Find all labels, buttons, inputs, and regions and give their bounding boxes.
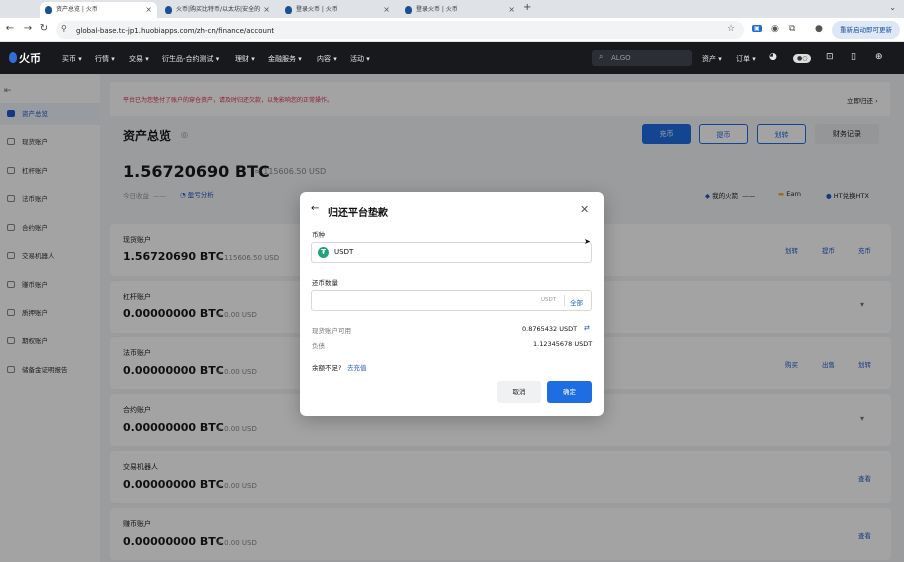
avatar[interactable]: ◕ [769,52,777,62]
browser-tab-title: 资产总览 | 火币 [56,6,98,13]
new-tab-button[interactable]: + [523,2,531,13]
window-menu-icon[interactable]: ⌄ [889,3,896,12]
nav-item-financial-services[interactable]: 金融服务 ▾ [268,54,302,64]
browser-tab-title: 登录火币 | 火币 [296,6,338,13]
cancel-button[interactable]: 取消 [497,381,541,403]
currency-label: 币种 [312,231,325,239]
nav-assets[interactable]: 资产 ▾ [702,54,722,64]
amount-label: 还币数量 [312,279,338,287]
bookmark-star-icon[interactable]: ☆ [727,24,735,34]
search-placeholder: ALGO [611,54,631,62]
extensions-puzzle-icon[interactable]: ⧉ [789,24,795,34]
available-value: 0.8765432 USDT [522,325,578,333]
close-icon[interactable]: × [145,2,152,18]
debt-label: 负债 [312,342,325,350]
browser-tab-bar: 资产总览 | 火币 × 火币|购买比特币/以太坊|安全的 × 登录火币 | 火币… [0,0,904,18]
amount-unit: USDT [541,297,557,303]
browser-tab[interactable]: 登录火币 | 火币 × [400,2,520,18]
profile-icon[interactable]: ● [815,24,823,34]
nav-item-markets[interactable]: 行情 ▾ [95,54,115,64]
huobi-favicon-icon [285,6,292,14]
close-icon[interactable]: × [508,2,515,18]
nav-item-derivatives[interactable]: 衍生品-合约测试 ▾ [162,54,219,64]
download-icon[interactable]: ⊡ [826,52,834,62]
mouse-cursor-icon: ➤ [584,237,591,246]
huobi-logo[interactable]: 火币 [9,50,41,66]
browser-tab-title: 登录火币 | 火币 [416,6,458,13]
nav-orders[interactable]: 订单 ▾ [736,54,756,64]
extension-icon[interactable]: ▣ [752,25,762,32]
huobi-favicon-icon [405,6,412,14]
flame-logo-icon [9,52,17,63]
forward-arrow-icon[interactable]: → [22,23,34,34]
toggle-icon[interactable]: ●○ [793,54,812,63]
back-arrow-icon[interactable]: ← [311,203,319,214]
modal-title: 归还平台垫款 [328,208,388,219]
transfer-swap-icon[interactable]: ⇄ [584,324,590,332]
nav-item-activities[interactable]: 活动 ▾ [350,54,370,64]
restart-update-button[interactable]: 重新启动即可更新 [832,21,900,39]
recharge-link[interactable]: 去充值 [347,362,367,372]
confirm-button[interactable]: 确定 [547,381,592,403]
logo-text: 火币 [19,52,41,65]
usdt-icon: ₮ [318,247,329,258]
browser-tab[interactable]: 火币|购买比特币/以太坊|安全的 × [160,2,275,18]
close-icon[interactable]: ✕ [580,203,589,216]
all-amount-button[interactable]: 全部 [570,297,583,307]
app-download-icon[interactable]: ▯ [851,52,856,62]
globe-icon[interactable]: ⊕ [875,52,883,62]
close-icon[interactable]: × [383,2,390,18]
nav-item-finance[interactable]: 理财 ▾ [235,54,255,64]
debt-value: 1.12345678 USDT [533,340,593,348]
available-label: 现货账户可用 [312,327,351,335]
browser-tab[interactable]: 登录火币 | 火币 × [280,2,395,18]
divider [564,295,565,306]
reload-icon[interactable]: ↻ [38,23,50,34]
insufficient-text: 余额不足? [312,364,342,372]
nav-item-trade[interactable]: 交易 ▾ [129,54,149,64]
close-icon[interactable]: × [263,2,270,18]
search-icon: ⌕ [599,52,604,61]
back-arrow-icon[interactable]: ← [4,23,16,34]
browser-tab[interactable]: 资产总览 | 火币 × [40,2,157,18]
huobi-favicon-icon [165,6,172,14]
site-info-icon[interactable]: ⚲ [61,24,67,33]
huobi-favicon-icon [45,6,52,14]
nav-item-content[interactable]: 内容 ▾ [317,54,337,64]
currency-value: USDT [334,248,354,256]
nav-item-buy[interactable]: 买币 ▾ [62,54,82,64]
extension-icon[interactable]: ◉ [771,24,779,34]
search-input[interactable] [592,50,692,66]
url-text[interactable]: global-base.tc-jp1.huobiapps.com/zh-cn/f… [76,26,274,36]
browser-tab-title: 火币|购买比特币/以太坊|安全的 [176,6,261,13]
